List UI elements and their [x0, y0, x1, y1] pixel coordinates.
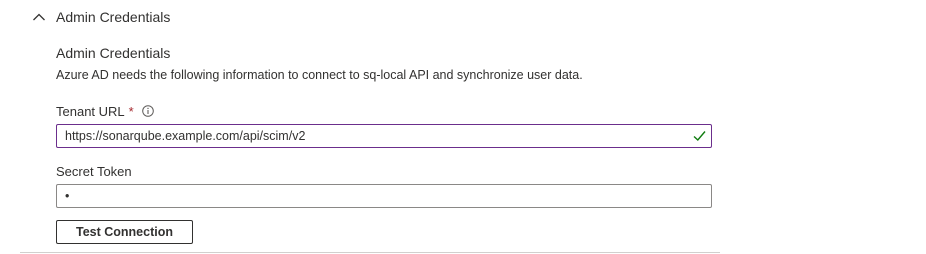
info-icon[interactable]: [141, 105, 154, 117]
secret-token-input[interactable]: [56, 184, 712, 208]
tenant-url-label-row: Tenant URL *: [56, 102, 712, 120]
tenant-url-input-wrap: [56, 124, 712, 148]
section-divider: [20, 252, 720, 253]
secret-token-label: Secret Token: [56, 163, 132, 179]
panel-heading: Admin Credentials: [56, 45, 171, 61]
section-toggle[interactable]: Admin Credentials: [32, 6, 170, 28]
checkmark-icon: [693, 131, 706, 142]
tenant-url-label: Tenant URL: [56, 103, 125, 119]
tenant-url-input[interactable]: [56, 124, 712, 148]
test-connection-button[interactable]: Test Connection: [56, 220, 193, 244]
chevron-up-icon: [33, 13, 45, 21]
required-marker: *: [128, 103, 134, 119]
secret-token-label-row: Secret Token: [56, 162, 712, 180]
panel-description: Azure AD needs the following information…: [56, 68, 583, 82]
secret-token-field: Secret Token: [56, 162, 712, 208]
section-title: Admin Credentials: [56, 9, 171, 25]
tenant-url-field: Tenant URL *: [56, 102, 712, 148]
secret-token-input-wrap: [56, 184, 712, 208]
admin-credentials-panel: Admin Credentials Azure AD needs the fol…: [56, 44, 712, 244]
